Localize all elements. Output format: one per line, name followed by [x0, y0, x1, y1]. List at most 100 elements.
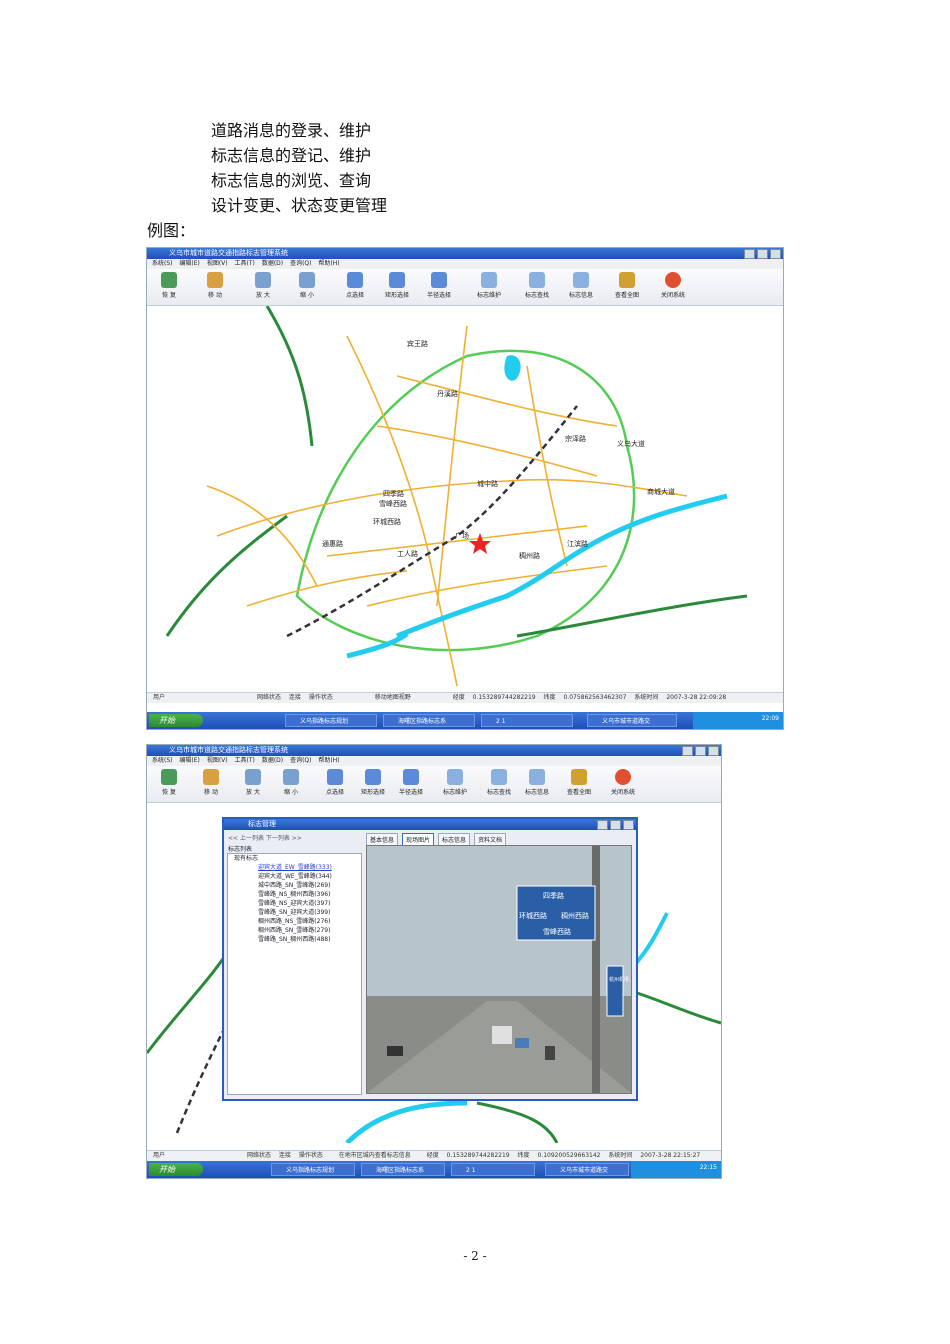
rect-select-button[interactable]: 矩形选择: [355, 769, 391, 799]
taskbar-item[interactable]: 海曙区指路标志系: [383, 714, 475, 727]
close-system-button[interactable]: 关闭系统: [605, 769, 641, 799]
screenshot-sign-window: 义乌市城市道路交通指路标志管理系统 系统(S) 编辑(E) 视图(V) 工具(T…: [146, 744, 722, 1179]
status-op: 操作状态: [298, 1152, 323, 1159]
maximize-icon[interactable]: [610, 820, 621, 830]
taskbar-item[interactable]: 2 1: [451, 1163, 535, 1176]
full-extent-icon: [619, 272, 635, 288]
sign-maintain-button[interactable]: 标志维护: [471, 272, 507, 302]
start-button[interactable]: 开始: [149, 1163, 203, 1176]
menu-edit[interactable]: 编辑(E): [179, 757, 199, 764]
menu-query[interactable]: 查询(Q): [290, 260, 311, 267]
tree-item[interactable]: 稠州西路_SN_雪峰路(279): [228, 926, 361, 935]
close-icon[interactable]: [623, 820, 634, 830]
status-op: 操作状态: [308, 694, 333, 701]
close-system-button[interactable]: 关闭系统: [655, 272, 691, 302]
tree-item[interactable]: 城中西路_SN_雪峰路(269): [228, 881, 361, 890]
window-title-text: 义乌市城市道路交通指路标志管理系统: [169, 746, 288, 754]
tree-item[interactable]: 迎宾大道_WE_雪峰路(344): [228, 872, 361, 881]
menu-system[interactable]: 系统(S): [152, 260, 173, 267]
sign-info-button[interactable]: 标志信息: [563, 272, 599, 302]
menu-data[interactable]: 数据(D): [262, 757, 283, 764]
window-title-text: 义乌市城市道路交通指路标志管理系统: [169, 249, 288, 257]
maximize-icon[interactable]: [757, 249, 768, 259]
maximize-icon[interactable]: [695, 746, 706, 756]
map-label: 义乌大道: [617, 439, 645, 448]
minimize-icon[interactable]: [682, 746, 693, 756]
tree-item[interactable]: 雪峰路_SN_稠州西路(488): [228, 935, 361, 944]
menu-tools[interactable]: 工具(T): [235, 757, 255, 764]
next-list-button[interactable]: 下一列表 >>: [266, 835, 302, 842]
taskbar-item[interactable]: 2 1: [481, 714, 573, 727]
toolbar: 恢 复 移 动 放 大 缩 小 点选择 矩形选择 半径选择 标志维护 标志查找 …: [147, 766, 721, 803]
tree-item[interactable]: 雪峰路_NS_稠州西路(396): [228, 890, 361, 899]
sign-text: 雪峰西路: [543, 927, 571, 936]
minimize-icon[interactable]: [597, 820, 608, 830]
window-controls: [744, 249, 781, 259]
menu-tools[interactable]: 工具(T): [235, 260, 255, 267]
map-view[interactable]: 广场 环城西路 雪峰西路 四季路 宾王路 丹溪路 稠州路 江滨路 城中路 工人路…: [147, 305, 783, 692]
prev-list-button[interactable]: << 上一列表: [228, 835, 264, 842]
map-label: 稠州路: [519, 551, 540, 560]
taskbar-item[interactable]: 义乌指路标志规划: [285, 714, 377, 727]
ring-road: [295, 349, 636, 652]
taskbar-item[interactable]: 义乌市城市道路交: [545, 1163, 629, 1176]
point-select-icon: [327, 769, 343, 785]
toolbar: 恢 复 移 动 放 大 缩 小 点选择 矩形选择 半径选择 标志维护 标志查找 …: [147, 269, 783, 306]
map-label: 丹溪路: [437, 389, 458, 398]
road-photo: 四季路 环城西路 稠州西路 雪峰西路 杭州机场: [367, 846, 631, 1093]
status-lat-label: 纬度: [517, 1152, 530, 1159]
taskbar-item[interactable]: 海曙区指路标志系: [361, 1163, 445, 1176]
radius-select-button[interactable]: 半径选择: [393, 769, 429, 799]
sign-info-button[interactable]: 标志信息: [519, 769, 555, 799]
map-label: 宗泽路: [565, 434, 586, 443]
restore-button[interactable]: 恢 复: [151, 272, 187, 302]
zoom-out-button[interactable]: 缩 小: [289, 272, 325, 302]
point-select-button[interactable]: 点选择: [337, 272, 373, 302]
map-label: 广场: [455, 531, 469, 540]
tree-item[interactable]: 雪峰路_SN_迎宾大道(399): [228, 908, 361, 917]
menu-edit[interactable]: 编辑(E): [179, 260, 199, 267]
tree-item[interactable]: 迎宾大道_EW_雪峰路(333): [228, 863, 361, 872]
status-bar: 用户 网络状态 连接 操作状态 移动地图视野 经度 0.153289744282…: [147, 692, 783, 703]
page-number: - 2 -: [463, 1249, 487, 1263]
city-map[interactable]: 广场 环城西路 雪峰西路 四季路 宾王路 丹溪路 稠州路 江滨路 城中路 工人路…: [147, 305, 783, 692]
sign-text: 杭州机场: [609, 976, 629, 983]
pan-button[interactable]: 移 动: [193, 769, 229, 799]
menu-help[interactable]: 帮助(H): [318, 757, 339, 764]
menu-help[interactable]: 帮助(H): [318, 260, 339, 267]
start-button[interactable]: 开始: [149, 714, 203, 727]
zoom-in-button[interactable]: 放 大: [245, 272, 281, 302]
full-extent-button[interactable]: 查看全图: [609, 272, 645, 302]
point-select-button[interactable]: 点选择: [317, 769, 353, 799]
tree-item[interactable]: 稠州西路_NS_雪峰路(276): [228, 917, 361, 926]
menu-view[interactable]: 视图(V): [207, 260, 228, 267]
full-extent-icon: [571, 769, 587, 785]
text-line-2: 标志信息的登记、维护: [211, 146, 372, 165]
list-title: 标志列表: [228, 846, 253, 853]
menu-query[interactable]: 查询(Q): [290, 757, 311, 764]
sign-find-button[interactable]: 标志查找: [481, 769, 517, 799]
tree-root[interactable]: 现有标志: [228, 854, 361, 863]
map-label: 通惠路: [322, 539, 343, 548]
menu-view[interactable]: 视图(V): [207, 757, 228, 764]
rect-select-button[interactable]: 矩形选择: [379, 272, 415, 302]
full-extent-button[interactable]: 查看全图: [561, 769, 597, 799]
radius-select-button[interactable]: 半径选择: [421, 272, 457, 302]
taskbar-item[interactable]: 义乌市城市道路交: [587, 714, 677, 727]
zoom-out-icon: [299, 272, 315, 288]
close-icon[interactable]: [708, 746, 719, 756]
sign-maintain-button[interactable]: 标志维护: [437, 769, 473, 799]
menu-data[interactable]: 数据(D): [262, 260, 283, 267]
zoom-in-button[interactable]: 放 大: [235, 769, 271, 799]
zoom-out-button[interactable]: 缩 小: [273, 769, 309, 799]
restore-button[interactable]: 恢 复: [151, 769, 187, 799]
status-user: 用户: [153, 694, 166, 701]
tree-item[interactable]: 雪峰路_NS_迎宾大道(397): [228, 899, 361, 908]
taskbar-item[interactable]: 义乌指路标志规划: [271, 1163, 355, 1176]
minimize-icon[interactable]: [744, 249, 755, 259]
menu-bar: 系统(S) 编辑(E) 视图(V) 工具(T) 数据(D) 查询(Q) 帮助(H…: [147, 259, 783, 269]
sign-find-button[interactable]: 标志查找: [519, 272, 555, 302]
pan-button[interactable]: 移 动: [197, 272, 233, 302]
menu-system[interactable]: 系统(S): [152, 757, 173, 764]
close-icon[interactable]: [770, 249, 781, 259]
